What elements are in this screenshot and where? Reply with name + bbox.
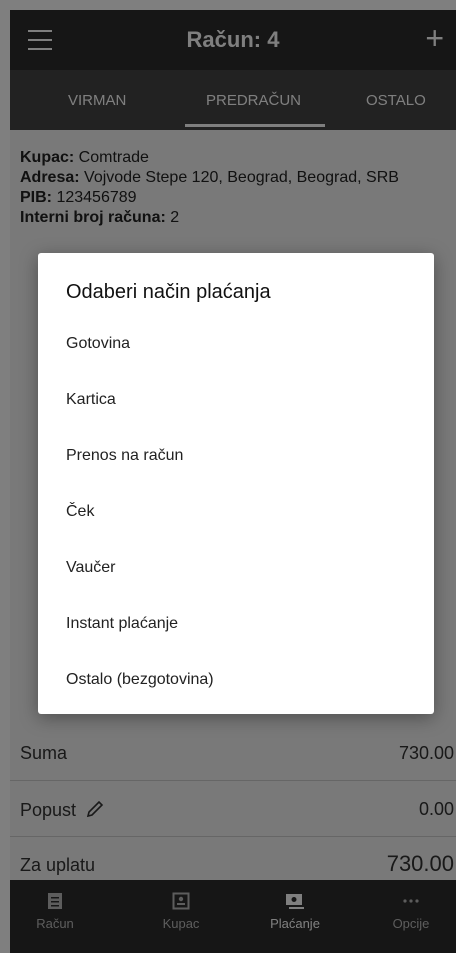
option-prenos-na-racun[interactable]: Prenos na račun (66, 447, 183, 465)
option-gotovina[interactable]: Gotovina (66, 335, 130, 353)
option-vaucer[interactable]: Vaučer (66, 559, 116, 577)
option-instant-placanje[interactable]: Instant plaćanje (66, 615, 178, 633)
option-ostalo[interactable]: Ostalo (bezgotovina) (66, 671, 214, 689)
option-cek[interactable]: Ček (66, 503, 94, 521)
dialog-title: Odaberi način plaćanja (66, 281, 271, 303)
option-kartica[interactable]: Kartica (66, 391, 116, 409)
payment-method-dialog: Odaberi način plaćanja Gotovina Kartica … (38, 253, 434, 714)
